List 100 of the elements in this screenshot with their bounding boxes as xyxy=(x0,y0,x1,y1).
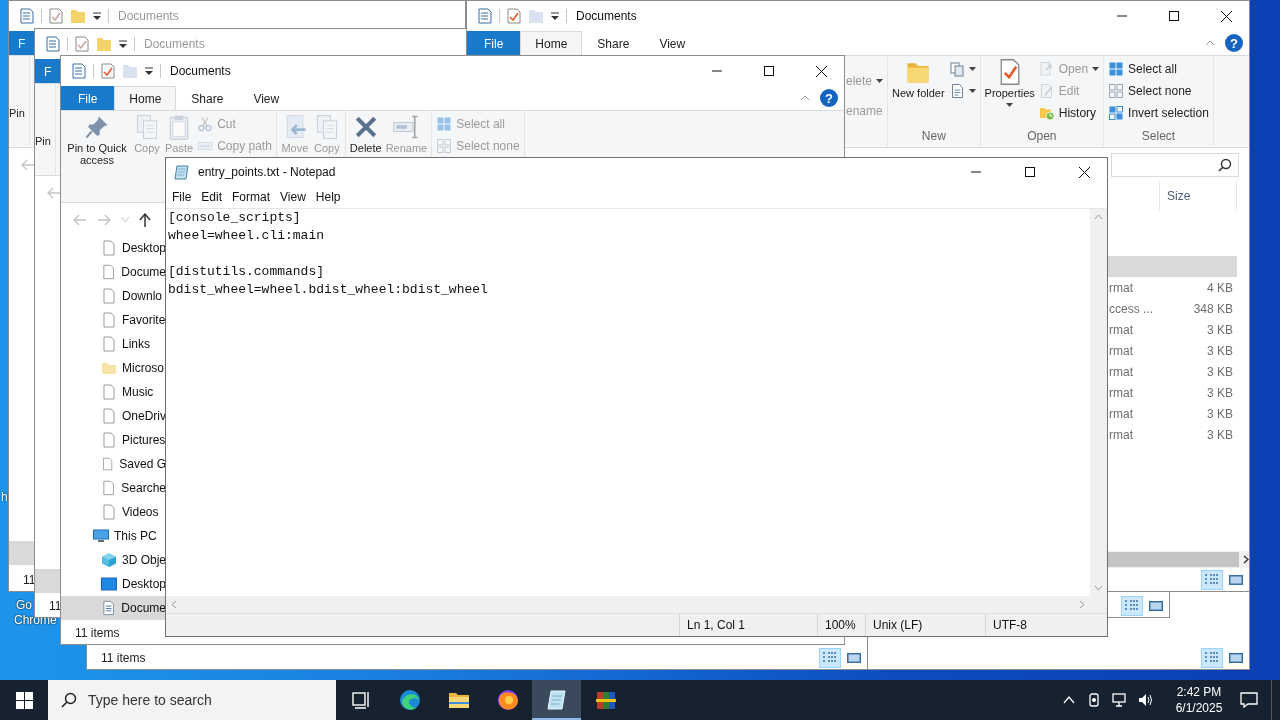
status-text: 11 items xyxy=(75,626,120,640)
file-menu-tab[interactable]: File xyxy=(467,31,521,55)
window-title: Documents xyxy=(118,9,179,23)
ribbon-button[interactable]: Pin to Quick access xyxy=(65,113,129,166)
back-arrow-icon xyxy=(21,158,35,171)
nav-item[interactable]: Downlo xyxy=(61,284,166,308)
page-icon xyxy=(101,480,117,496)
ribbon-button[interactable]: Pin xyxy=(35,94,51,147)
close-icon xyxy=(1078,166,1090,178)
text-area[interactable]: [console_scripts] wheel=wheel.cli:main [distutils.commands] bdist_wheel=wheel.bdist_wheel:bdist_wheel xyxy=(166,209,1090,596)
table-cell: 4 KB xyxy=(1207,280,1233,295)
file-row[interactable]: ccess ... 348 KB xyxy=(1107,298,1237,319)
menu-item[interactable]: File xyxy=(167,190,197,204)
nav-item[interactable]: OneDriv xyxy=(61,404,166,428)
file-row[interactable]: rmat 3 KB xyxy=(1107,382,1237,403)
dropdown-icon[interactable] xyxy=(550,11,560,21)
horizontal-scrollbar[interactable] xyxy=(166,596,1090,613)
group-label: New xyxy=(920,128,947,145)
taskbar-button[interactable] xyxy=(532,680,581,720)
ribbon-button[interactable]: Invert selection xyxy=(1108,102,1209,124)
ribbon-button[interactable]: Delete xyxy=(349,113,382,154)
file-menu-tab[interactable]: F xyxy=(35,59,61,83)
forward-arrow-icon xyxy=(97,213,111,226)
fox-globe-icon xyxy=(495,688,520,712)
file-row[interactable]: rmat 3 KB xyxy=(1107,319,1237,340)
ribbon-button[interactable]: Select none xyxy=(1108,80,1209,102)
file-row[interactable]: rmat 3 KB xyxy=(1107,361,1237,382)
file-menu-tab[interactable]: F xyxy=(9,31,35,55)
dropdown-icon[interactable] xyxy=(144,66,154,76)
help-button[interactable]: ? xyxy=(820,89,838,107)
ribbon-button[interactable]: New folder xyxy=(892,58,945,99)
ribbon-tab[interactable]: Home xyxy=(520,31,583,55)
ribbon-button[interactable]: Pin xyxy=(9,66,25,119)
column-header[interactable]: Size xyxy=(1159,181,1237,211)
details-view-button[interactable] xyxy=(1201,648,1223,668)
clock[interactable]: 2:42 PM 6/1/2025 xyxy=(1171,684,1227,716)
file-row[interactable]: rmat 3 KB xyxy=(1107,424,1237,445)
properties-icon[interactable] xyxy=(48,8,64,24)
document-icon[interactable] xyxy=(71,63,87,79)
document-icon[interactable] xyxy=(45,36,61,52)
desktop-icon xyxy=(101,576,117,592)
nav-item[interactable]: Videos xyxy=(61,500,166,524)
nav-item[interactable]: 3D Obje xyxy=(61,548,166,572)
nav-item[interactable]: Desktop xyxy=(61,236,166,260)
nav-item[interactable]: Microso xyxy=(61,356,166,380)
notepad-icon xyxy=(544,688,569,712)
ribbon-tab[interactable]: Home xyxy=(114,86,177,110)
large-icons-icon xyxy=(1228,573,1244,587)
nav-item[interactable]: Music xyxy=(61,380,166,404)
dropdown-icon[interactable] xyxy=(118,39,128,49)
nav-item[interactable]: Links xyxy=(61,332,166,356)
horizontal-scrollbar[interactable] xyxy=(1107,551,1249,568)
menu-item[interactable]: View xyxy=(275,190,311,204)
properties-icon[interactable] xyxy=(74,36,90,52)
document-icon[interactable] xyxy=(19,8,35,24)
file-row[interactable]: rmat 4 KB xyxy=(1107,277,1237,298)
menu-item[interactable]: Help xyxy=(310,190,346,204)
ribbon-button[interactable]: Properties xyxy=(984,58,1035,107)
file-row[interactable]: rmat 3 KB xyxy=(1107,340,1237,361)
vertical-scrollbar[interactable] xyxy=(1090,209,1107,596)
chevron-down-icon[interactable] xyxy=(1094,585,1103,591)
device-icon[interactable] xyxy=(1086,692,1102,708)
nav-item[interactable]: This PC xyxy=(61,524,166,548)
nav-item[interactable]: Favorite xyxy=(61,308,166,332)
page-icon xyxy=(101,312,117,328)
ribbon-button[interactable]: Select all xyxy=(1108,58,1209,80)
properties-icon[interactable] xyxy=(506,8,522,24)
properties-icon[interactable] xyxy=(100,63,116,79)
status-text: Ln 1, Col 1 xyxy=(687,618,746,632)
search-field[interactable]: Type here to search xyxy=(48,680,336,720)
page-icon xyxy=(101,240,117,256)
open-icon xyxy=(1038,61,1055,77)
chevron-left-icon[interactable] xyxy=(171,600,177,609)
close-icon xyxy=(1220,10,1232,22)
network-icon[interactable] xyxy=(1112,692,1128,708)
file-row[interactable]: rmat 3 KB xyxy=(1107,403,1237,424)
history-icon xyxy=(1038,105,1055,121)
menu-item[interactable]: Edit xyxy=(196,190,228,204)
help-button[interactable]: ? xyxy=(1225,34,1243,52)
nav-item[interactable]: Pictures xyxy=(61,428,166,452)
document-icon xyxy=(101,600,117,616)
chevron-right-icon[interactable] xyxy=(1243,555,1249,564)
speaker-icon[interactable] xyxy=(1138,692,1154,708)
nav-item[interactable]: Docume xyxy=(61,596,166,620)
computer-icon xyxy=(93,528,109,544)
nav-item[interactable]: Docume xyxy=(61,260,166,284)
desktop-icon-label[interactable]: Chrome xyxy=(14,613,57,627)
search-field[interactable] xyxy=(1111,152,1239,177)
ribbon-button[interactable]: History xyxy=(1038,102,1100,124)
details-view-button[interactable] xyxy=(1201,570,1223,590)
nav-item[interactable]: Searche xyxy=(61,476,166,500)
dropdown-icon[interactable] xyxy=(92,11,102,21)
speech-bubble-icon xyxy=(1240,692,1258,708)
document-icon[interactable] xyxy=(477,8,493,24)
file-menu-tab[interactable]: File xyxy=(61,86,115,110)
nav-item[interactable]: Saved G xyxy=(61,452,166,476)
details-view-button[interactable] xyxy=(1121,596,1143,616)
nav-item[interactable]: Desktop xyxy=(61,572,166,596)
details-view-button[interactable] xyxy=(819,648,841,668)
menu-item[interactable]: Format xyxy=(227,190,276,204)
